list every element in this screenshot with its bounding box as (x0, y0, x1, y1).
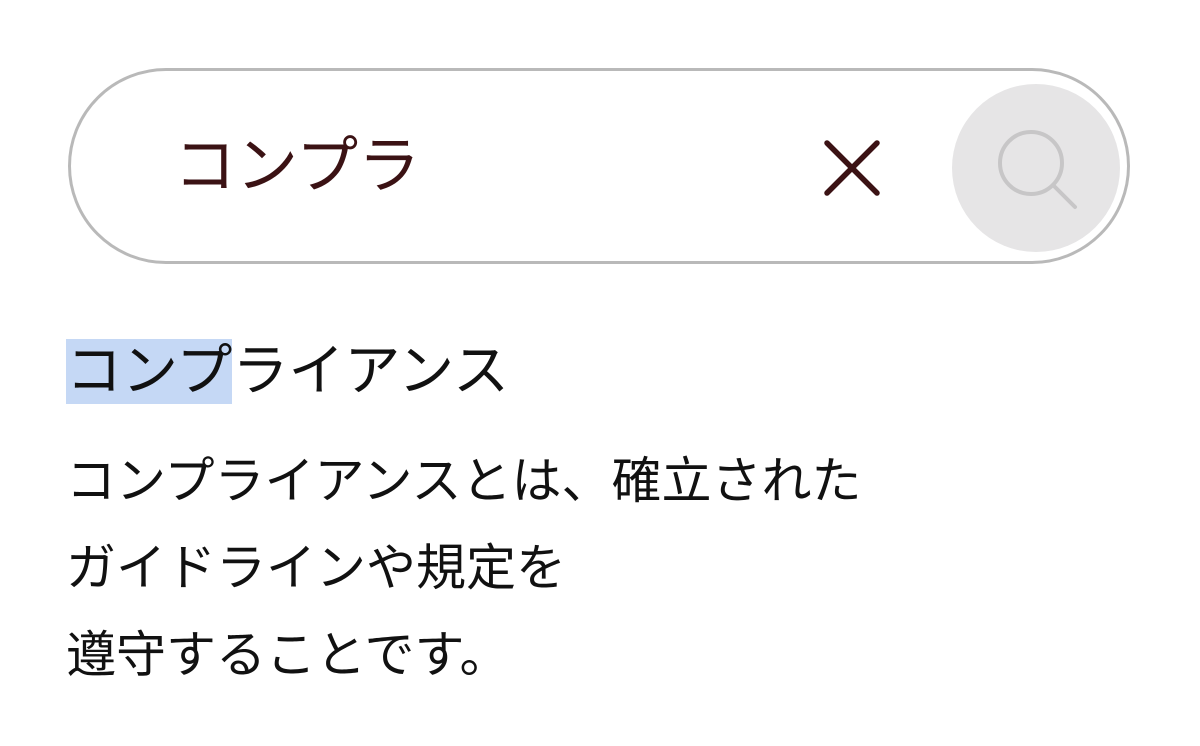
highlighted-match: コンプ (66, 339, 233, 404)
description-line: 遵守することです。 (66, 626, 510, 684)
search-icon (998, 130, 1077, 209)
search-bar[interactable]: コンプラ (68, 68, 1130, 264)
description-line: ガイドラインや規定を (66, 539, 566, 597)
clear-button[interactable] (811, 127, 893, 209)
description-line: コンプライアンスとは、確立された (66, 452, 862, 510)
title-remainder: ライアンス (232, 339, 509, 404)
search-result[interactable]: コンプライアンス コンプライアンスとは、確立された ガイドラインや規定を 遵守す… (66, 332, 1026, 699)
search-button[interactable] (952, 84, 1120, 252)
result-title[interactable]: コンプライアンス (66, 332, 1026, 412)
close-icon (824, 140, 880, 196)
result-description: コンプライアンスとは、確立された ガイドラインや規定を 遵守することです。 (66, 438, 1026, 699)
search-input[interactable]: コンプラ (174, 123, 420, 209)
